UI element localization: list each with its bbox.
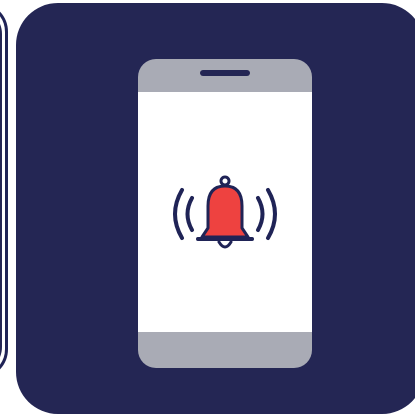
bell-body [200,184,250,239]
smartphone-icon [138,59,312,368]
phone-earpiece [200,70,250,76]
icon-canvas [0,0,415,417]
bell-knob [219,175,231,187]
